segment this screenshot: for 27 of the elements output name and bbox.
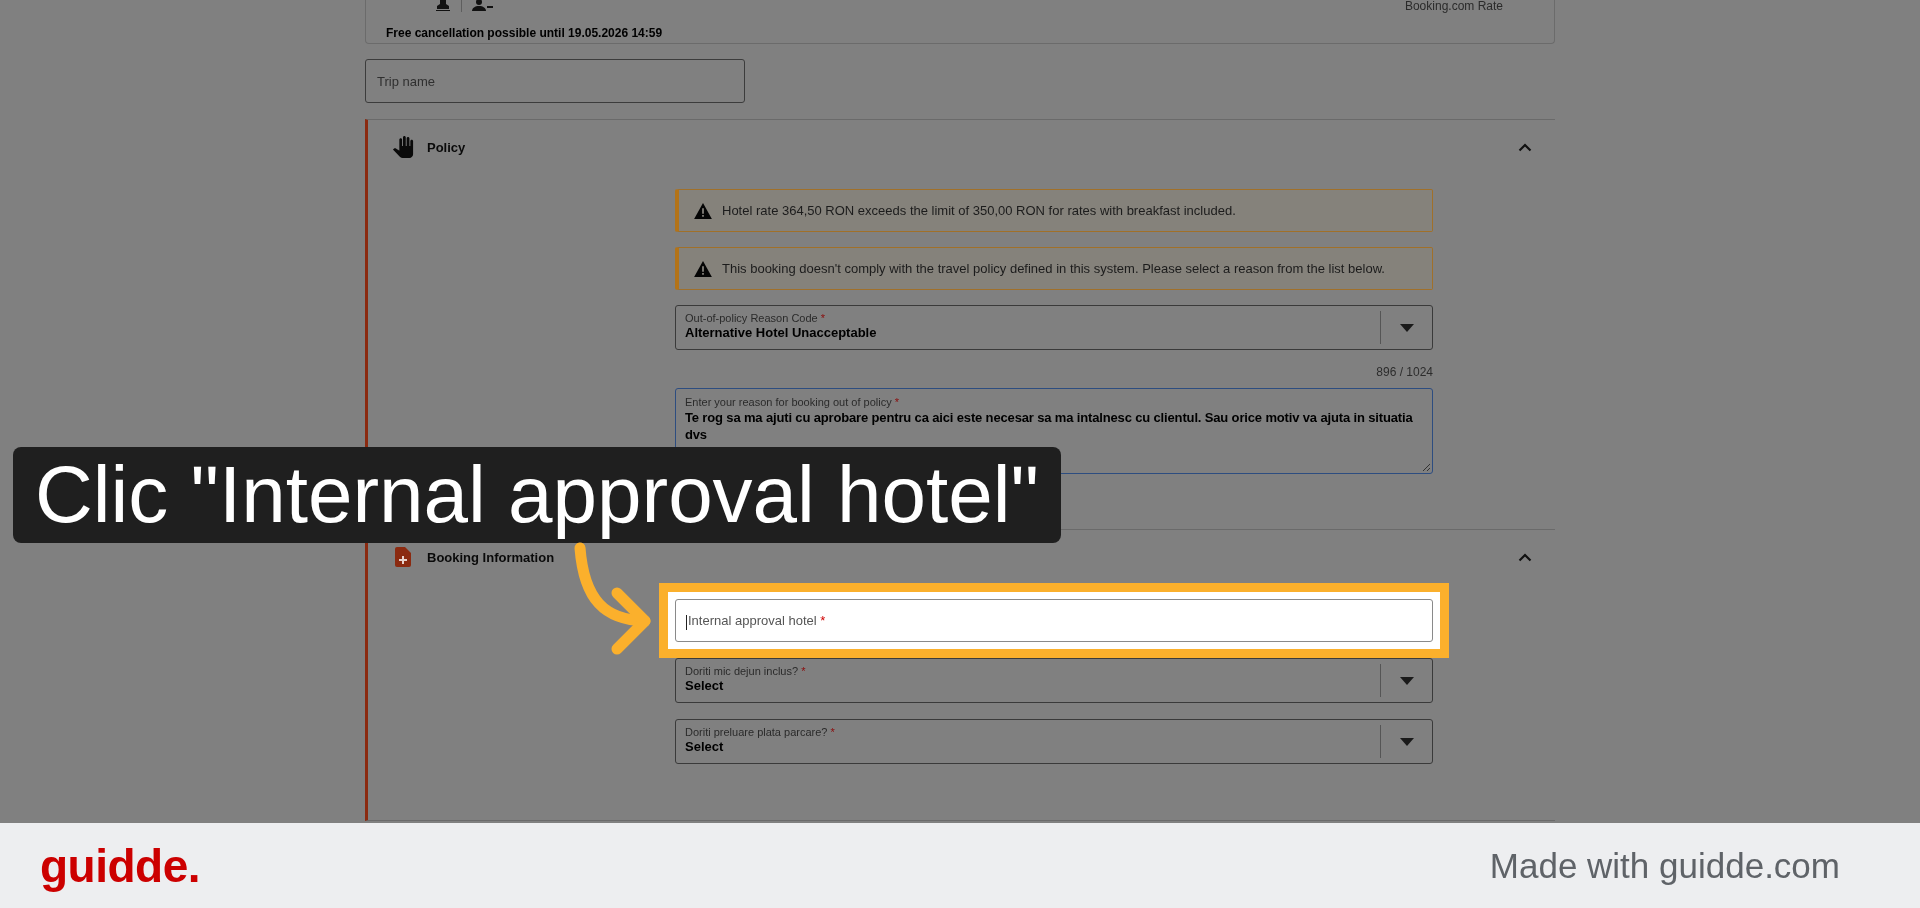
section-title: Policy: [427, 139, 466, 155]
rate-label: Booking.com Rate: [1404, 0, 1503, 12]
dropdown-field[interactable]: Doriti mic dejun inclus? * Select: [675, 658, 1433, 703]
cancellation-note: Free cancellation possible until 19.05.2026 14:59: [386, 26, 664, 40]
logo: guidde.: [40, 838, 201, 893]
chevron-up-icon[interactable]: [1518, 142, 1532, 152]
chevron-up-icon[interactable]: [1518, 552, 1532, 562]
person-icon: [472, 0, 494, 11]
caret-down-icon: [1399, 323, 1414, 332]
dropdown-field[interactable]: Out-of-policy Reason Code * Alternative Hotel Unacceptable: [675, 305, 1433, 350]
dropdown-field[interactable]: Doriti preluare plata parcare? * Select: [675, 719, 1433, 764]
character-counter: 896 / 1024: [1376, 365, 1433, 379]
resize-handle-icon[interactable]: [1422, 463, 1430, 471]
section-title: Booking Information: [427, 549, 555, 565]
hand-icon: [392, 136, 414, 158]
credit-text: Made with guidde.com: [1489, 845, 1840, 886]
text-field[interactable]: Internal approval hotel *: [675, 599, 1433, 642]
alert-text: Hotel rate 364,50 RON exceeds the limit of 350,00 RON for rates with breakfast included.: [722, 203, 1236, 218]
warning-icon: [694, 260, 712, 277]
stamp-icon: [436, 0, 450, 11]
trip-name-field[interactable]: Trip name: [365, 59, 745, 103]
document-plus-icon: [395, 547, 411, 567]
instruction-tooltip: Clic "Internal approval hotel": [13, 447, 1061, 543]
alert-text: This booking doesn't comply with the travel policy defined in this system. Please select a reason from the list below.: [722, 261, 1385, 276]
warning-icon: [694, 202, 712, 219]
caret-down-icon: [1399, 676, 1414, 685]
caret-down-icon: [1399, 737, 1414, 746]
